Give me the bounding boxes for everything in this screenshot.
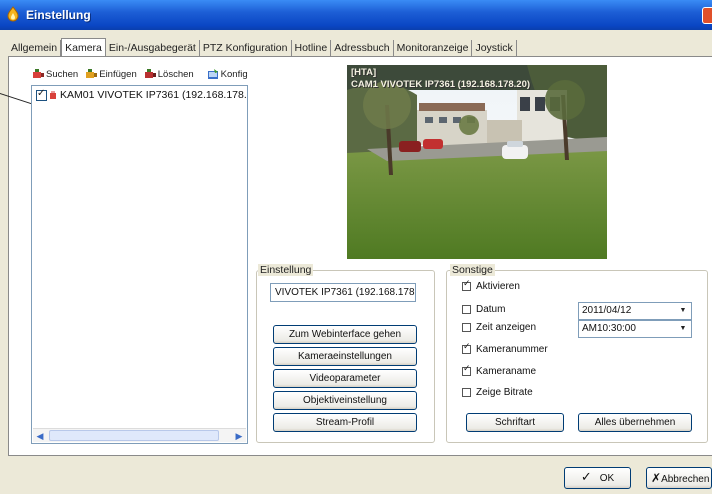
tab-adressbuch[interactable]: Adressbuch: [331, 40, 394, 57]
option-camera-name[interactable]: Kameraname: [462, 364, 537, 377]
webinterface-button[interactable]: Zum Webinterface gehen: [273, 325, 417, 344]
camera-name-checkbox[interactable]: [462, 364, 471, 376]
option-activate[interactable]: Aktivieren: [462, 279, 520, 292]
option-camera-number[interactable]: Kameranummer: [462, 342, 548, 355]
insert-camera-icon: [86, 69, 98, 78]
config-button[interactable]: Konfig: [207, 68, 248, 80]
ok-label: OK: [599, 473, 615, 484]
tab-joystick[interactable]: Joystick: [472, 40, 517, 57]
dropdown-arrow-icon[interactable]: ▼: [676, 304, 690, 318]
camera-name-field[interactable]: VIVOTEK IP7361 (192.168.178.: [270, 283, 416, 302]
option-show-time[interactable]: Zeit anzeigen: [462, 322, 536, 333]
tab-hotline[interactable]: Hotline: [292, 40, 332, 57]
tab-allgemein[interactable]: Allgemein: [8, 40, 62, 57]
option-show-bitrate[interactable]: Zeige Bitrate: [462, 387, 533, 398]
scroll-right-arrow-icon[interactable]: ▶: [232, 429, 246, 443]
camera-number-label: Kameranummer: [476, 344, 548, 355]
other-group-label: Sonstige: [450, 264, 495, 276]
search-camera-icon: [33, 69, 44, 78]
app-icon: [7, 6, 19, 22]
delete-label: Löschen: [157, 68, 194, 80]
config-icon: [207, 69, 218, 79]
settings-group-label: Einstellung: [258, 264, 314, 276]
video-parameters-button[interactable]: Videoparameter: [273, 369, 417, 388]
check-icon: ✓: [580, 470, 592, 485]
settings-window: Einstellung Allgemein Kamera Ein-/Ausgab…: [0, 0, 712, 494]
tab-monitoranzeige[interactable]: Monitoranzeige: [394, 40, 473, 57]
camera-enable-checkbox[interactable]: [36, 88, 47, 101]
camera-settings-button[interactable]: Kameraeinstellungen: [273, 347, 417, 366]
window-title: Einstellung: [26, 8, 91, 22]
camera-preview-image: [347, 65, 607, 259]
camera-list[interactable]: KAM01 VIVOTEK IP7361 (192.168.178.2 ◀ ▶: [31, 85, 248, 444]
scroll-left-arrow-icon[interactable]: ◀: [33, 429, 47, 443]
date-checkbox[interactable]: [462, 305, 471, 314]
camera-list-item[interactable]: KAM01 VIVOTEK IP7361 (192.168.178.2: [36, 88, 248, 101]
apply-all-button[interactable]: Alles übernehmen: [578, 413, 692, 432]
search-button[interactable]: Suchen: [32, 68, 78, 80]
activate-checkbox[interactable]: [462, 279, 471, 291]
camera-preview: [HTA] CAM1 VIVOTEK IP7361 (192.168.178.2…: [347, 65, 607, 259]
tab-kamera[interactable]: Kamera: [61, 38, 106, 57]
camera-number-checkbox[interactable]: [462, 342, 471, 354]
lens-settings-button[interactable]: Objektiveinstellung: [273, 391, 417, 410]
config-label: Konfig: [220, 68, 248, 80]
camera-toolbar: Suchen Einfügen Löschen Konfig: [32, 67, 248, 81]
close-button[interactable]: [702, 7, 712, 24]
cross-icon: ✗: [651, 471, 662, 485]
insert-button[interactable]: Einfügen: [85, 68, 137, 80]
title-bar[interactable]: Einstellung: [0, 0, 712, 30]
cancel-button[interactable]: ✗Abbrechen: [646, 467, 712, 489]
show-time-label: Zeit anzeigen: [476, 322, 537, 333]
osd-line2: CAM1 VIVOTEK IP7361 (192.168.178.20): [351, 79, 531, 90]
activate-label: Aktivieren: [476, 281, 520, 292]
camera-name-label: Kameraname: [476, 366, 537, 377]
osd-line1: [HTA]: [351, 67, 377, 78]
show-bitrate-checkbox[interactable]: [462, 388, 471, 397]
tab-ein-ausgabegeraet[interactable]: Ein-/Ausgabegerät: [106, 40, 200, 57]
search-label: Suchen: [46, 68, 79, 80]
delete-button[interactable]: Löschen: [144, 68, 194, 80]
time-select-value: AM10:30:00: [582, 323, 636, 334]
cancel-label: Abbrechen: [661, 474, 710, 485]
show-time-checkbox[interactable]: [462, 323, 471, 332]
font-button[interactable]: Schriftart: [466, 413, 564, 432]
show-bitrate-label: Zeige Bitrate: [476, 387, 533, 398]
date-select[interactable]: 2011/04/12 ▼: [578, 302, 692, 320]
camera-icon: [50, 90, 56, 99]
date-label: Datum: [476, 304, 506, 315]
stream-profile-button[interactable]: Stream-Profil: [273, 413, 417, 432]
scroll-thumb[interactable]: [49, 430, 219, 441]
time-select[interactable]: AM10:30:00 ▼: [578, 320, 692, 338]
option-date[interactable]: Datum: [462, 304, 505, 315]
camera-list-item-label: KAM01 VIVOTEK IP7361 (192.168.178.2: [60, 89, 248, 101]
dropdown-arrow-icon[interactable]: ▼: [676, 322, 690, 336]
date-select-value: 2011/04/12: [582, 305, 632, 316]
delete-camera-icon: [144, 69, 156, 78]
tab-bar: Allgemein Kamera Ein-/Ausgabegerät PTZ K…: [8, 38, 517, 57]
tab-ptz-konfiguration[interactable]: PTZ Konfiguration: [200, 40, 292, 57]
list-horizontal-scrollbar[interactable]: ◀ ▶: [33, 428, 246, 442]
insert-label: Einfügen: [99, 68, 137, 80]
ok-button[interactable]: ✓ OK: [564, 467, 631, 489]
